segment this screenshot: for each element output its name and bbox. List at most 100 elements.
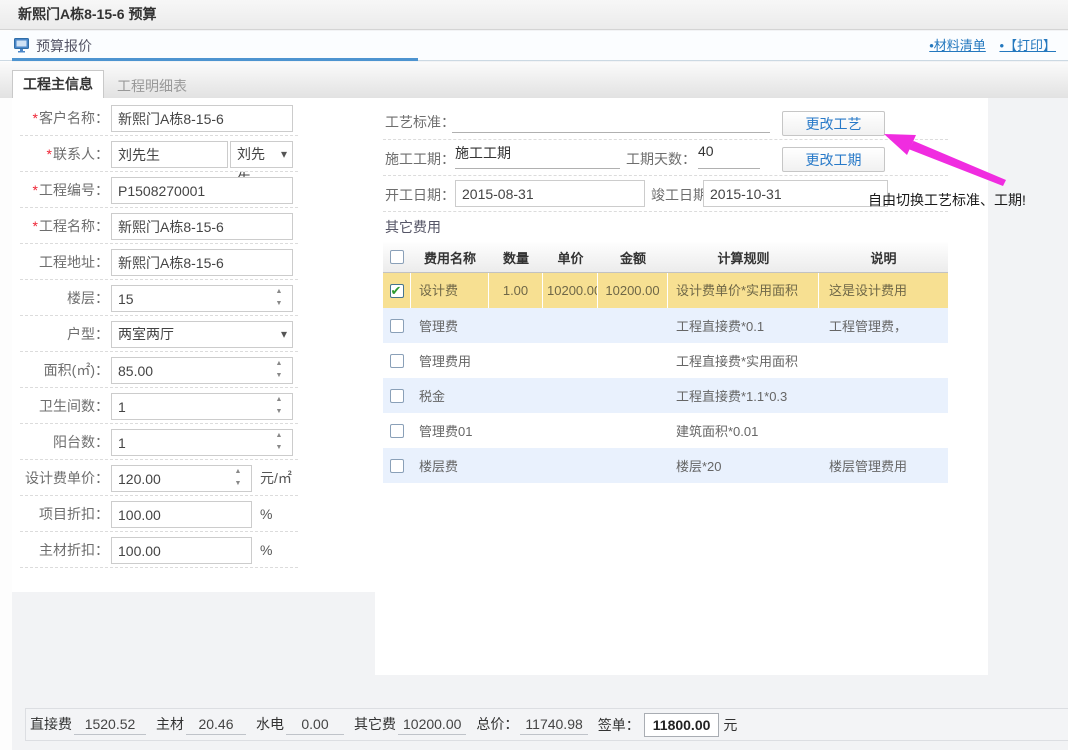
- project-no-input[interactable]: [111, 177, 293, 204]
- bathrooms-input[interactable]: [111, 393, 293, 420]
- field-row-bathrooms: 卫生间数：: [20, 388, 298, 424]
- annotation-text: 自由切换工艺标准、工期!: [868, 190, 1026, 210]
- col-rule: 计算规则: [668, 248, 819, 267]
- craft-standard-field[interactable]: [452, 100, 770, 133]
- fee-note: 这是设计费用: [819, 273, 948, 308]
- field-row-project-discount: 项目折扣： %: [20, 496, 298, 532]
- fee-row-management-fee[interactable]: 管理费用 工程直接费*实用面积: [383, 343, 948, 378]
- fee-row-management-01[interactable]: 管理费01 建筑面积*0.01: [383, 413, 948, 448]
- fee-note: 工程管理费，: [819, 316, 948, 335]
- design-fee-spinner[interactable]: [232, 468, 244, 488]
- change-period-button[interactable]: 更改工期: [782, 147, 885, 172]
- contact-select[interactable]: 刘先生: [230, 141, 293, 168]
- fee-row-design[interactable]: 设计费 1.00 10200.00 10200.00 设计费单价*实用面积 这是…: [383, 273, 948, 308]
- accent-underline: [12, 58, 418, 61]
- fee-name: 税金: [411, 386, 489, 405]
- checkbox-cell: [383, 354, 411, 368]
- total-price-item: 总价： 11740.98: [476, 714, 587, 735]
- project-discount-unit: %: [260, 496, 272, 532]
- fee-row-floor-fee[interactable]: 楼层费 楼层*20 楼层管理费用: [383, 448, 948, 483]
- print-link[interactable]: •【打印】: [999, 38, 1056, 53]
- other-fees-table: 费用名称 数量 单价 金额 计算规则 说明 设计费 1.00 10200.00 …: [383, 242, 948, 483]
- row-checkbox[interactable]: [390, 284, 404, 298]
- required-asterisk: *: [47, 146, 52, 162]
- main-material-value: 20.46: [186, 716, 246, 735]
- address-input[interactable]: [111, 249, 293, 276]
- select-all-checkbox[interactable]: [390, 250, 404, 264]
- design-fee-label: 设计费单价：: [20, 460, 109, 496]
- area-input[interactable]: [111, 357, 293, 384]
- section-links: •材料清单 •【打印】: [919, 31, 1056, 61]
- fee-row-management[interactable]: 管理费 工程直接费*0.1 工程管理费，: [383, 308, 948, 343]
- bathrooms-spinner[interactable]: [273, 396, 285, 416]
- water-electric-item: 水电 0.00: [256, 714, 344, 735]
- design-fee-unit: 元/㎡: [260, 460, 292, 496]
- period-value[interactable]: 施工工期: [455, 143, 620, 169]
- direct-fee-value: 1520.52: [74, 716, 146, 735]
- direct-fee-label: 直接费: [30, 714, 72, 734]
- balconies-spinner[interactable]: [273, 432, 285, 452]
- checkbox-cell: [383, 319, 411, 333]
- col-unit-price: 单价: [543, 248, 598, 267]
- fee-note: 楼层管理费用: [819, 456, 948, 475]
- days-label: 工期天数：: [626, 149, 696, 169]
- area-spinner[interactable]: [273, 360, 285, 380]
- main-material-label: 主材: [156, 714, 184, 734]
- tab-detail-sheet[interactable]: 工程明细表: [106, 74, 198, 98]
- col-fee-name: 费用名称: [411, 248, 489, 267]
- field-row-balconies: 阳台数：: [20, 424, 298, 460]
- required-asterisk: *: [33, 110, 38, 126]
- checkbox-cell: [383, 389, 411, 403]
- design-fee-input[interactable]: [111, 465, 252, 492]
- water-electric-label: 水电: [256, 714, 284, 734]
- layout-select[interactable]: 两室两厅: [111, 321, 293, 348]
- floor-spinner[interactable]: [273, 288, 285, 308]
- days-value[interactable]: 40: [698, 143, 760, 169]
- row-checkbox[interactable]: [390, 424, 404, 438]
- sign-amount-unit: 元: [723, 715, 737, 735]
- totals-bar: 直接费 1520.52 主材 20.46 水电 0.00 其它费 10200.0…: [25, 708, 1068, 741]
- construction-period-row: 施工工期： 施工工期 工期天数： 40 更改工期: [383, 140, 948, 176]
- row-checkbox[interactable]: [390, 389, 404, 403]
- row-checkbox[interactable]: [390, 319, 404, 333]
- project-discount-input[interactable]: [111, 501, 252, 528]
- field-row-area: 面积(㎡)：: [20, 352, 298, 388]
- sign-amount-input[interactable]: 11800.00: [644, 713, 720, 737]
- contact-input[interactable]: [111, 141, 228, 168]
- row-checkbox[interactable]: [390, 354, 404, 368]
- fee-row-tax[interactable]: 税金 工程直接费*1.1*0.3: [383, 378, 948, 413]
- material-list-link[interactable]: •材料清单: [929, 38, 986, 53]
- fee-price: 10200.00: [543, 273, 598, 308]
- end-date-input[interactable]: [703, 180, 888, 207]
- floor-input[interactable]: [111, 285, 293, 312]
- project-name-input[interactable]: [111, 213, 293, 240]
- field-row-design-fee: 设计费单价： 元/㎡: [20, 460, 298, 496]
- field-row-floor: 楼层：: [20, 280, 298, 316]
- budget-page: 新熙门A栋8-15-6 预算 预算报价 •材料清单 •【打印】 工程主信息 工程…: [0, 0, 1068, 750]
- balconies-input[interactable]: [111, 429, 293, 456]
- magenta-arrow-icon: [878, 128, 1013, 190]
- layout-select-value: 两室两厅: [118, 326, 174, 342]
- start-date-label: 开工日期：: [385, 185, 455, 205]
- material-discount-input[interactable]: [111, 537, 252, 564]
- fee-rule: 楼层*20: [668, 456, 819, 475]
- sign-amount-item: 签单： 11800.00 元: [598, 713, 738, 737]
- row-checkbox[interactable]: [390, 459, 404, 473]
- craft-period-form: 工艺标准： 更改工艺 施工工期： 施工工期 工期天数： 40 更改工期 开工日期…: [383, 100, 948, 242]
- window-title: 新熙门A栋8-15-6 预算: [0, 0, 1068, 30]
- fee-rule: 工程直接费*实用面积: [668, 351, 819, 370]
- tab-main-info[interactable]: 工程主信息: [12, 70, 104, 98]
- main-info-form: *客户名称： *联系人： 刘先生 *工程编号： *工程名称： 工程地址： 楼层：…: [20, 100, 298, 568]
- change-craft-button[interactable]: 更改工艺: [782, 111, 885, 136]
- field-row-contact: *联系人： 刘先生: [20, 136, 298, 172]
- customer-name-input[interactable]: [111, 105, 293, 132]
- craft-standard-row: 工艺标准： 更改工艺: [383, 100, 948, 140]
- dates-row: 开工日期： 竣工日期：: [383, 176, 948, 212]
- bathrooms-label: 卫生间数：: [20, 388, 109, 424]
- left-margin: [0, 0, 12, 750]
- fees-table-header: 费用名称 数量 单价 金额 计算规则 说明: [383, 242, 948, 273]
- fee-amount: 10200.00: [598, 273, 668, 308]
- start-date-input[interactable]: [455, 180, 645, 207]
- fee-rule: 工程直接费*1.1*0.3: [668, 386, 819, 405]
- left-bottom-area: [12, 592, 375, 675]
